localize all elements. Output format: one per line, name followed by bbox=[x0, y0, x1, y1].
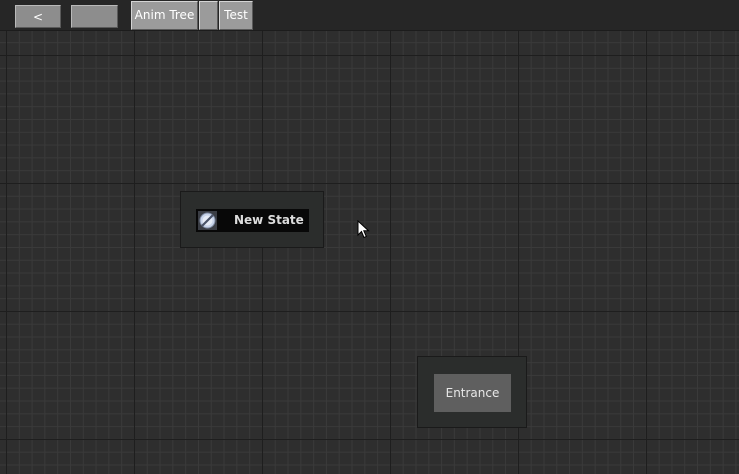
mouse-pointer-icon bbox=[357, 220, 370, 239]
blank-button[interactable] bbox=[71, 5, 118, 28]
back-button[interactable]: < bbox=[15, 5, 61, 28]
entrance-label: Entrance bbox=[434, 374, 511, 412]
anim-tree-button[interactable]: Anim Tree bbox=[131, 1, 198, 30]
toolbar: < Anim Tree Test bbox=[0, 0, 739, 31]
new-state-node[interactable]: New State bbox=[180, 191, 324, 248]
small-toolbar-button[interactable] bbox=[199, 1, 218, 30]
test-button[interactable]: Test bbox=[219, 1, 253, 30]
state-label-bar: New State bbox=[196, 209, 309, 232]
animation-editor: < Anim Tree Test New State Entrance bbox=[0, 0, 739, 474]
entrance-node[interactable]: Entrance bbox=[417, 356, 527, 428]
state-no-motion-icon bbox=[198, 211, 217, 230]
state-name-label: New State bbox=[234, 213, 304, 227]
node-graph-canvas[interactable] bbox=[0, 31, 739, 474]
